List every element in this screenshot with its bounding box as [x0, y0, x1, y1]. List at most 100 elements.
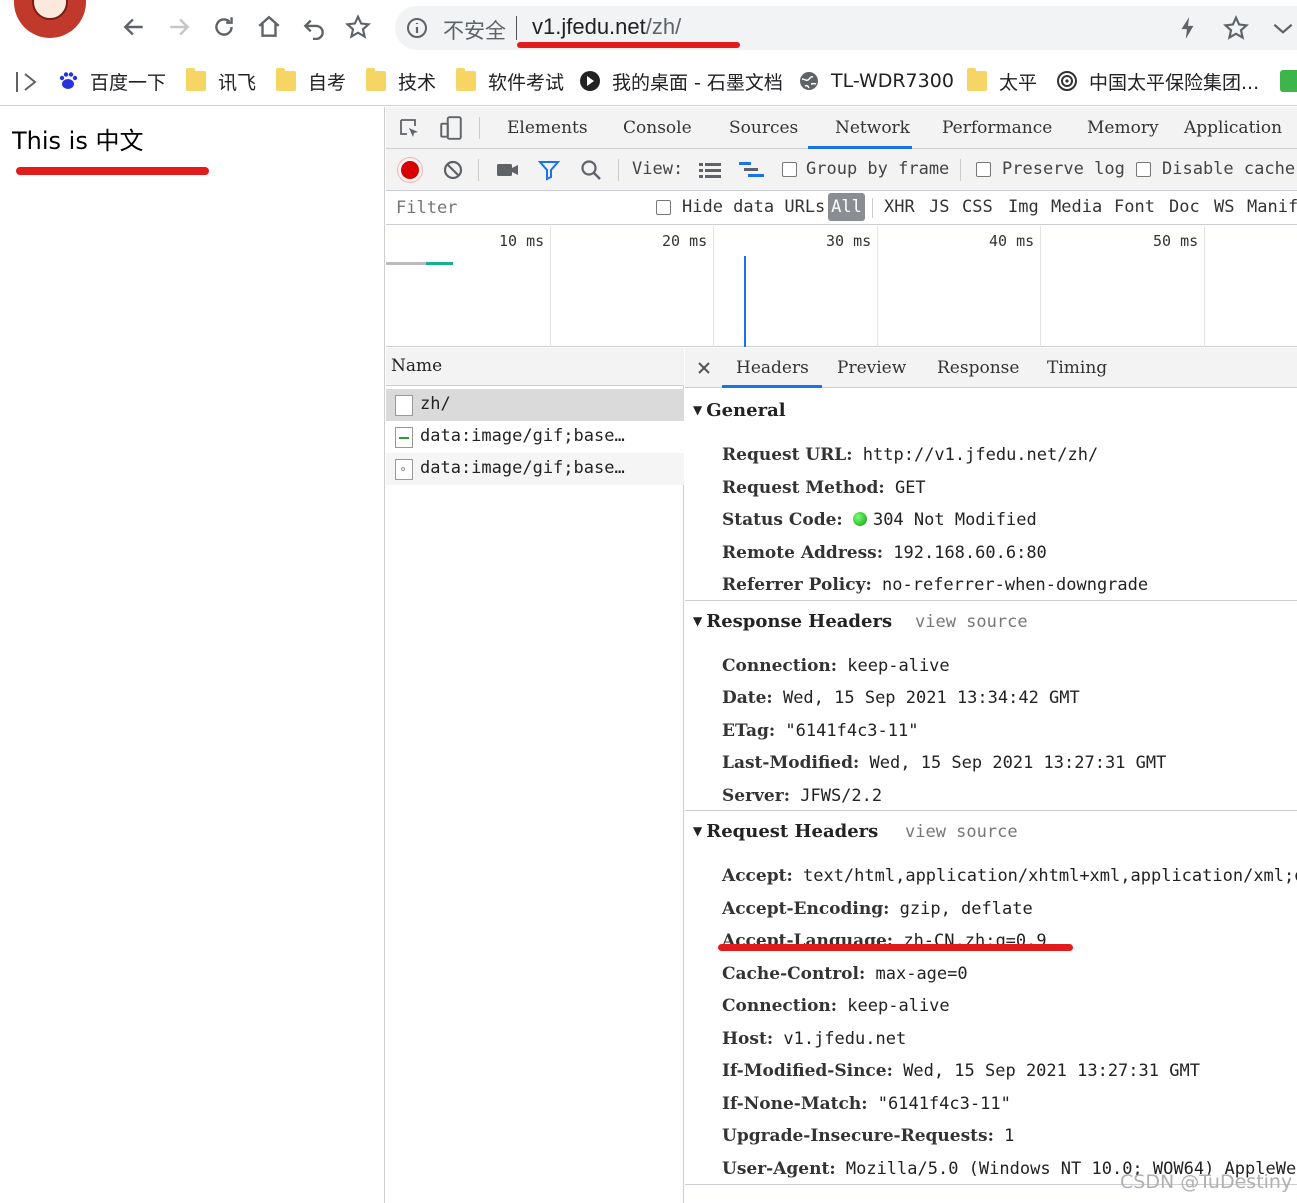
- bookmark-xunfei[interactable]: 讯飞: [186, 68, 256, 94]
- page-heading-text: This is 中文: [12, 127, 144, 155]
- bookmark-zikao[interactable]: 自考: [276, 68, 346, 94]
- tab-preview[interactable]: Preview: [837, 358, 906, 378]
- tab-performance[interactable]: Performance: [942, 118, 1052, 138]
- request-row-selected[interactable]: zh/: [386, 389, 684, 421]
- device-toolbar-icon[interactable]: [438, 115, 464, 141]
- header-value: "6141f4c3-11": [877, 1094, 1011, 1114]
- tab-network[interactable]: Network: [835, 118, 910, 138]
- filter-type-media[interactable]: Media: [1051, 197, 1102, 217]
- bookmark-star-button[interactable]: [343, 12, 373, 42]
- tab-response[interactable]: Response: [937, 358, 1019, 378]
- large-rows-icon[interactable]: [698, 161, 722, 179]
- request-row[interactable]: data:image/gif;base…: [386, 421, 684, 453]
- lightning-icon[interactable]: [1175, 14, 1201, 42]
- search-icon[interactable]: [580, 159, 602, 181]
- arrow-right-icon: [170, 18, 190, 36]
- tab-memory[interactable]: Memory: [1087, 118, 1159, 138]
- timeline-tick-label: 10 ms: [499, 232, 545, 250]
- close-icon[interactable]: [697, 361, 711, 375]
- chevron-down-icon[interactable]: [1270, 14, 1296, 42]
- overflow-app-icon[interactable]: [1280, 70, 1297, 92]
- sidebar-toggle-icon[interactable]: [14, 70, 40, 94]
- header-key: Accept-Encoding:: [722, 899, 890, 919]
- header-key: If-None-Match:: [722, 1094, 868, 1114]
- request-headers-section-header[interactable]: ▼ Request Headers: [693, 821, 878, 842]
- filter-type-doc[interactable]: Doc: [1169, 197, 1200, 217]
- tab-application[interactable]: Application: [1184, 118, 1282, 138]
- header-row: Accept-Encoding: gzip, deflate: [722, 899, 1033, 919]
- filter-input[interactable]: [388, 195, 635, 221]
- tab-elements[interactable]: Elements: [507, 118, 588, 138]
- record-icon[interactable]: [401, 161, 419, 179]
- clear-icon[interactable]: [442, 159, 464, 181]
- filter-type-css[interactable]: CSS: [962, 197, 993, 217]
- security-state-label[interactable]: 不安全: [443, 15, 506, 45]
- header-value: http://v1.jfedu.net/zh/: [862, 445, 1099, 465]
- timeline-gridline: [877, 226, 878, 347]
- header-row: Cache-Control: max-age=0: [722, 964, 968, 984]
- header-row: ETag: "6141f4c3-11": [722, 721, 918, 741]
- filter-type-manifest[interactable]: Manif: [1247, 197, 1297, 217]
- bookmark-taiping[interactable]: 太平: [967, 68, 1037, 94]
- accept-language-annotation-underline: [718, 944, 1073, 951]
- hide-data-urls-checkbox[interactable]: [656, 200, 671, 215]
- response-headers-section-header[interactable]: ▼ Response Headers: [693, 611, 892, 632]
- bookmark-tl-wdr7300[interactable]: TL-WDR7300: [799, 68, 954, 94]
- request-row[interactable]: data:image/gif;base…: [386, 453, 684, 485]
- bookmark-ruanjian[interactable]: 软件考试: [456, 68, 564, 94]
- group-by-frame-checkbox[interactable]: [782, 162, 797, 177]
- section-title: General: [706, 400, 786, 421]
- folder-icon: [276, 68, 296, 91]
- triangle-down-icon: ▼: [693, 614, 703, 628]
- view-source-link[interactable]: view source: [905, 822, 1018, 842]
- undo-button[interactable]: [299, 12, 329, 42]
- info-icon[interactable]: [405, 16, 429, 40]
- home-button[interactable]: [254, 12, 284, 42]
- filter-type-all[interactable]: All: [828, 193, 865, 221]
- filter-type-xhr[interactable]: XHR: [884, 197, 915, 217]
- filter-type-ws[interactable]: WS: [1214, 197, 1234, 217]
- tab-sources[interactable]: Sources: [729, 118, 798, 138]
- general-section-header[interactable]: ▼ General: [693, 400, 786, 421]
- filter-type-img[interactable]: Img: [1008, 197, 1039, 217]
- profile-avatar[interactable]: [14, 0, 86, 38]
- header-value: Wed, 15 Sep 2021 13:34:42 GMT: [782, 688, 1080, 708]
- network-overview-timeline[interactable]: 10 ms 20 ms 30 ms 40 ms 50 ms: [386, 226, 1297, 347]
- timeline-gridline: [713, 226, 714, 347]
- back-button[interactable]: [119, 12, 149, 42]
- filter-funnel-icon[interactable]: [538, 159, 560, 181]
- request-name: data:image/gif;base…: [420, 426, 625, 446]
- inspect-element-icon[interactable]: [398, 117, 422, 141]
- name-column-header[interactable]: Name: [386, 348, 684, 386]
- filter-type-js[interactable]: JS: [929, 197, 949, 217]
- header-row: Date: Wed, 15 Sep 2021 13:34:42 GMT: [722, 688, 1080, 708]
- filter-type-font[interactable]: Font: [1114, 197, 1155, 217]
- header-value: keep-alive: [847, 996, 950, 1016]
- url-annotation-underline: [517, 42, 740, 48]
- view-source-link[interactable]: view source: [915, 612, 1028, 632]
- disable-cache-checkbox[interactable]: [1136, 162, 1151, 177]
- forward-button[interactable]: [164, 12, 194, 42]
- header-row: Accept: text/html,application/xhtml+xml,…: [722, 866, 1297, 886]
- tab-headers[interactable]: Headers: [736, 358, 809, 378]
- star-icon[interactable]: [1223, 14, 1249, 42]
- tab-console[interactable]: Console: [623, 118, 692, 138]
- url-text[interactable]: v1.jfedu.net/zh/: [532, 14, 681, 40]
- screenshot-camera-icon[interactable]: [496, 161, 520, 179]
- globe-icon: [800, 72, 818, 90]
- preserve-log-label: Preserve log: [1002, 159, 1125, 179]
- bookmark-taiping-group[interactable]: 中国太平保险集团...: [1057, 68, 1259, 94]
- tab-timing[interactable]: Timing: [1047, 358, 1107, 378]
- shimo-icon: [580, 71, 600, 91]
- network-toolbar: View: Group by frame Preserve log Disabl…: [386, 149, 1297, 191]
- waterfall-overview-icon[interactable]: [738, 161, 766, 181]
- browser-toolbar: 不安全 v1.jfedu.net/zh/: [0, 0, 1297, 56]
- bookmark-baidu[interactable]: 百度一下: [58, 68, 166, 94]
- header-value: "6141f4c3-11": [785, 721, 919, 741]
- bookmark-label: 我的桌面 - 石墨文档: [612, 71, 783, 94]
- dom-content-loaded-marker: [744, 256, 746, 347]
- reload-button[interactable]: [209, 12, 239, 42]
- bookmark-jishu[interactable]: 技术: [366, 68, 436, 94]
- preserve-log-checkbox[interactable]: [976, 162, 991, 177]
- bookmark-shimo[interactable]: 我的桌面 - 石墨文档: [580, 68, 783, 94]
